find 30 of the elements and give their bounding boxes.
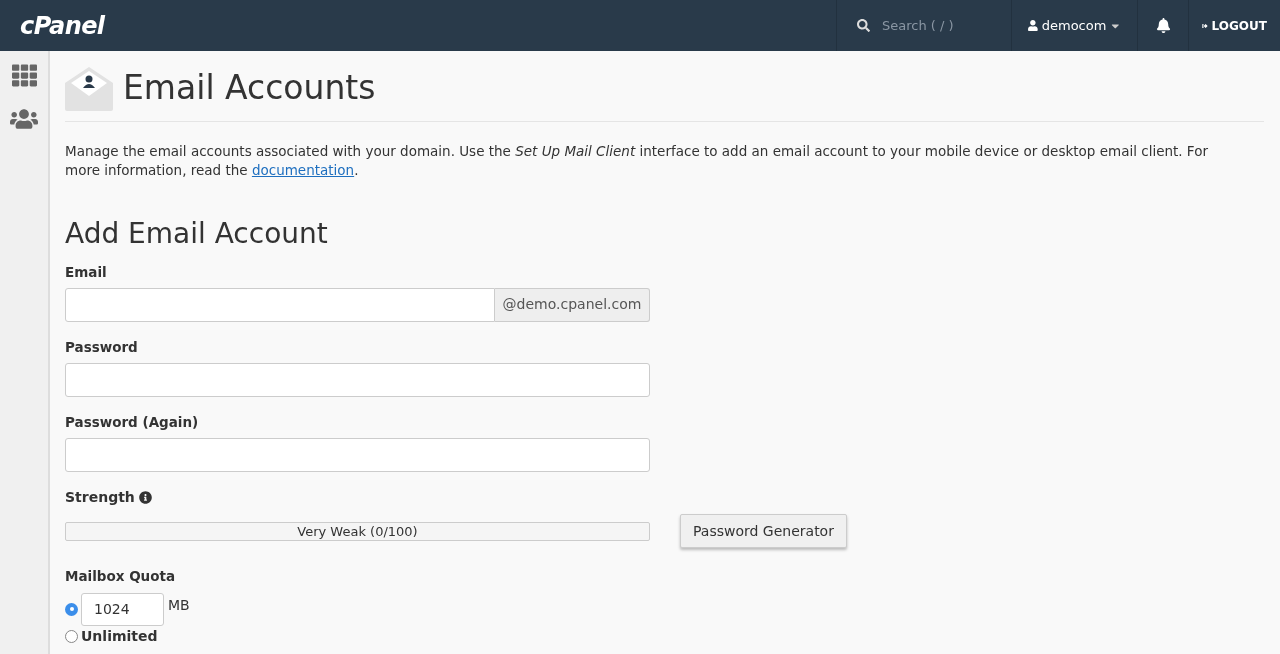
documentation-link[interactable]: documentation <box>251 161 355 178</box>
unlimited-label: Unlimited <box>81 626 158 646</box>
domain-addon: @demo.cpanel.com <box>495 287 650 322</box>
email-label: Email <box>65 262 108 282</box>
page-title: Email Accounts <box>123 67 376 109</box>
user-menu[interactable]: democom <box>1011 0 1137 51</box>
password-again-field[interactable] <box>65 438 650 473</box>
info-icon <box>138 491 152 505</box>
strength-label: Strength <box>65 488 135 508</box>
password-generator-button[interactable]: Password Generator <box>680 514 847 549</box>
unit-label: MB <box>168 595 190 615</box>
email-field[interactable] <box>65 287 495 322</box>
radio-button[interactable] <box>65 629 78 643</box>
envelope-icon <box>65 64 113 111</box>
user-icon <box>1028 20 1038 31</box>
quota-field[interactable]: 1024 <box>81 592 164 626</box>
logo[interactable]: cPanel <box>20 7 105 44</box>
search-field[interactable]: Search ( / ) <box>882 15 982 36</box>
search-icon <box>857 19 870 32</box>
password-again-label: Password (Again) <box>65 413 200 432</box>
bell-icon <box>1155 18 1171 33</box>
intro-text: Manage the email accounts associated with your domain. Use the Set Up Mail Client interface to add an email account to your mobile device or desktop email client. For more information, read the documentation. <box>65 141 1209 180</box>
logout-button[interactable]: LOGOUT <box>1188 0 1280 51</box>
section-title: Add Email Account <box>65 215 329 252</box>
password-label: Password <box>65 337 139 357</box>
radio-button[interactable] <box>65 602 78 616</box>
quota-label: Mailbox Quota <box>65 567 177 587</box>
grid-icon[interactable] <box>11 63 37 88</box>
password-field[interactable] <box>65 363 650 397</box>
strength-reading: Very Weak (0/100) <box>296 522 419 540</box>
